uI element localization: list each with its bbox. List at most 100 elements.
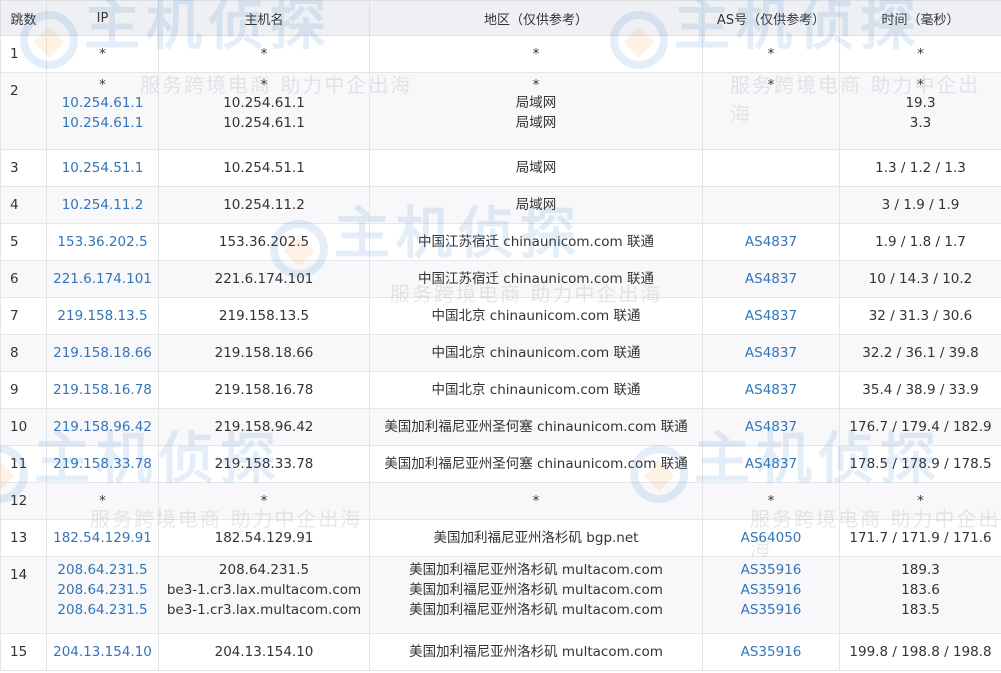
table-row: 2 * 10.254.61.1 10.254.61.1 * 10.254.61.1 10.2… (0, 72, 1001, 150)
hostname-text: 219.158.13.5 (218, 308, 310, 324)
no-response-marker: * (99, 77, 106, 93)
hosts-cell: * 10.254.61.1 10.254.61.1 (158, 72, 370, 150)
hop-number: 9 (0, 371, 47, 409)
time-text: 3.3 (909, 115, 932, 131)
ip-link[interactable]: 208.64.231.5 (47, 560, 158, 580)
hostname-text: 221.6.174.101 (214, 271, 314, 287)
asn-link[interactable]: AS4837 (703, 306, 839, 326)
time-text: 10 / 14.3 / 10.2 (868, 271, 973, 287)
ips-cell: * (46, 35, 159, 73)
no-response-marker: * (99, 493, 106, 509)
header-hostname: 主机名 (158, 0, 370, 36)
ips-cell: 153.36.202.5 (46, 223, 159, 261)
header-time: 时间（毫秒） (839, 0, 1001, 36)
time-text: 189.3 (901, 562, 940, 578)
asn-link[interactable]: AS4837 (703, 269, 839, 289)
regions-cell: 美国加利福尼亚州圣何塞 chinaunicom.com 联通 (369, 408, 703, 446)
region-text: 美国加利福尼亚州洛杉矶 multacom.com (409, 602, 663, 618)
asn-link[interactable]: AS4837 (703, 454, 839, 474)
hosts-cell: 10.254.51.1 (158, 149, 370, 187)
hosts-cell: 219.158.16.78 (158, 371, 370, 409)
regions-cell: 美国加利福尼亚州洛杉矶 bgp.net (369, 519, 703, 557)
asns-cell: * (702, 482, 840, 520)
table-row: 3 10.254.51.1 10.254.51.1 局域网 1.3 / 1.2 / 1.… (0, 149, 1001, 187)
times-cell: 178.5 / 178.9 / 178.5 (839, 445, 1001, 483)
asns-cell: * (702, 72, 840, 150)
times-cell: 3 / 1.9 / 1.9 (839, 186, 1001, 224)
ip-link[interactable]: 10.254.11.2 (47, 195, 158, 215)
asn-link[interactable]: AS64050 (703, 528, 839, 548)
asns-cell: AS4837 (702, 371, 840, 409)
hostname-text: 208.64.231.5 (218, 562, 310, 578)
asns-cell: AS64050 (702, 519, 840, 557)
ip-link[interactable]: 208.64.231.5 (47, 580, 158, 600)
ip-link[interactable]: 182.54.129.91 (47, 528, 158, 548)
ip-link[interactable]: 153.36.202.5 (47, 232, 158, 252)
hop-number: 1 (0, 35, 47, 73)
asns-cell: AS4837 (702, 260, 840, 298)
hostname-text: 10.254.51.1 (223, 160, 305, 176)
time-text: 176.7 / 179.4 / 182.9 (849, 419, 992, 435)
time-text: 1.3 / 1.2 / 1.3 (875, 160, 966, 176)
no-response-marker: * (767, 46, 775, 62)
table-row: 15 204.13.154.10 204.13.154.10 美国加利福尼亚州洛杉矶 … (0, 633, 1001, 671)
time-text: 183.5 (901, 602, 940, 618)
hosts-cell: 182.54.129.91 (158, 519, 370, 557)
hop-number: 4 (0, 186, 47, 224)
ip-link[interactable]: 204.13.154.10 (47, 642, 158, 662)
hosts-cell: * (158, 35, 370, 73)
asn-link[interactable]: AS4837 (703, 417, 839, 437)
regions-cell: 局域网 (369, 149, 703, 187)
no-response-marker: * (260, 493, 268, 509)
ips-cell: 208.64.231.5 208.64.231.5 208.64.231.5 (46, 556, 159, 634)
ip-link[interactable]: 219.158.96.42 (47, 417, 158, 437)
ips-cell: 219.158.18.66 (46, 334, 159, 372)
ip-link[interactable]: 221.6.174.101 (47, 269, 158, 289)
asn-link[interactable]: AS4837 (703, 232, 839, 252)
asn-link[interactable]: AS35916 (703, 580, 839, 600)
ips-cell: 219.158.16.78 (46, 371, 159, 409)
ip-link[interactable]: 208.64.231.5 (47, 600, 158, 620)
asn-link[interactable]: AS35916 (703, 642, 839, 662)
hostname-text: 219.158.96.42 (214, 419, 314, 435)
ip-link[interactable]: 219.158.33.78 (47, 454, 158, 474)
ip-link[interactable]: 219.158.16.78 (47, 380, 158, 400)
no-response-marker: * (532, 46, 540, 62)
regions-cell: 美国加利福尼亚州洛杉矶 multacom.com 美国加利福尼亚州洛杉矶 mult… (369, 556, 703, 634)
ips-cell: 221.6.174.101 (46, 260, 159, 298)
regions-cell: 局域网 (369, 186, 703, 224)
ip-link[interactable]: 10.254.61.1 (47, 113, 158, 133)
ip-link[interactable]: 219.158.13.5 (47, 306, 158, 326)
hosts-cell: 204.13.154.10 (158, 633, 370, 671)
hostname-text: be3-1.cr3.lax.multacom.com (166, 582, 362, 598)
times-cell: 32.2 / 36.1 / 39.8 (839, 334, 1001, 372)
ip-link[interactable]: 219.158.18.66 (47, 343, 158, 363)
asn-link[interactable]: AS4837 (703, 380, 839, 400)
table-row: 5 153.36.202.5 153.36.202.5 中国江苏宿迁 chinauni… (0, 223, 1001, 261)
no-response-marker: * (260, 77, 268, 93)
time-text: 171.7 / 171.9 / 171.6 (849, 530, 992, 546)
asn-link[interactable]: AS4837 (703, 343, 839, 363)
region-text: 美国加利福尼亚州圣何塞 chinaunicom.com 联通 (384, 419, 688, 435)
times-cell: 10 / 14.3 / 10.2 (839, 260, 1001, 298)
time-text: 35.4 / 38.9 / 33.9 (862, 382, 979, 398)
times-cell: * (839, 482, 1001, 520)
table-body: 1 * * * * * 2 * 10.254.61.1 10.254.61.1 * 10.254.61… (0, 35, 1001, 671)
asns-cell (702, 149, 840, 187)
asns-cell: * (702, 35, 840, 73)
times-cell: 189.3 183.6 183.5 (839, 556, 1001, 634)
ip-link[interactable]: 10.254.61.1 (47, 93, 158, 113)
hostname-text: 219.158.16.78 (214, 382, 314, 398)
regions-cell: 中国北京 chinaunicom.com 联通 (369, 371, 703, 409)
asn-link[interactable]: AS35916 (703, 560, 839, 580)
region-text: 局域网 (515, 95, 557, 111)
asns-cell: AS4837 (702, 223, 840, 261)
asns-cell: AS4837 (702, 297, 840, 335)
ip-link[interactable]: 10.254.51.1 (47, 158, 158, 178)
asn-link[interactable]: AS35916 (703, 600, 839, 620)
no-response-marker: * (917, 493, 924, 509)
hosts-cell: 221.6.174.101 (158, 260, 370, 298)
time-text: 3 / 1.9 / 1.9 (881, 197, 960, 213)
table-row: 8 219.158.18.66 219.158.18.66 中国北京 chinauni… (0, 334, 1001, 372)
no-response-marker: * (917, 77, 924, 93)
